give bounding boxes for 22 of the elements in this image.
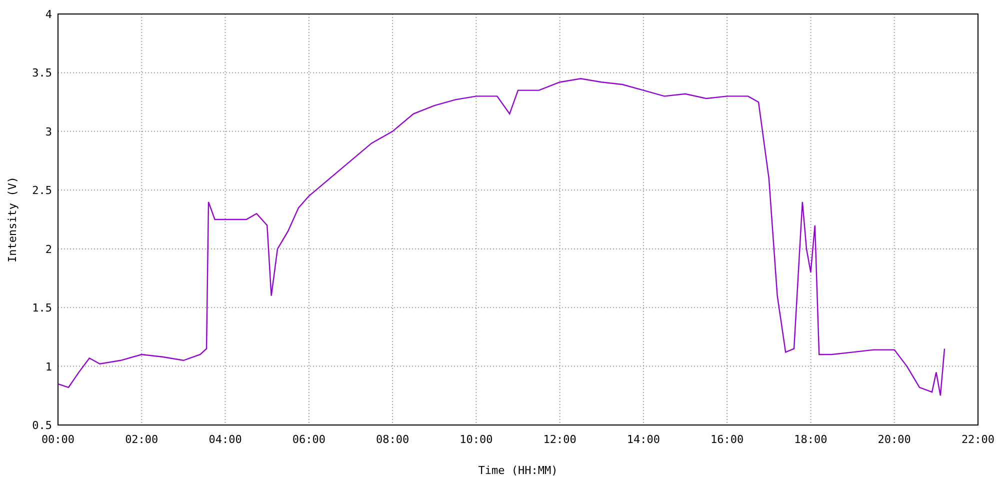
x-tick-label: 10:00 [460,433,493,446]
x-tick-label: 14:00 [626,433,660,446]
y-tick-label: 2 [45,242,52,256]
x-tick-label: 18:00 [794,433,828,446]
y-tick-label: 3 [45,125,52,138]
x-tick-label: 12:00 [543,433,576,446]
y-tick-label: 1.5 [32,302,52,315]
y-tick-label: 0.5 [32,419,52,432]
y-tick-label: 4 [45,8,52,21]
x-tick-label: 20:00 [878,433,911,446]
x-tick-label: 16:00 [710,433,744,446]
y-tick-label: 3.5 [32,66,52,80]
x-tick-label: 06:00 [292,433,326,446]
y-tick-label: 1 [45,360,52,374]
x-tick-label: 04:00 [208,433,242,446]
x-tick-label: 02:00 [125,433,158,446]
x-tick-label: 08:00 [376,433,410,446]
x-tick-label: 22:00 [961,433,995,446]
y-axis-title: Intensity (V) [6,176,19,263]
x-tick-label: 00:00 [41,433,75,446]
x-axis-title: Time (HH:MM) [478,464,558,477]
y-tick-label: 2.5 [32,184,52,198]
